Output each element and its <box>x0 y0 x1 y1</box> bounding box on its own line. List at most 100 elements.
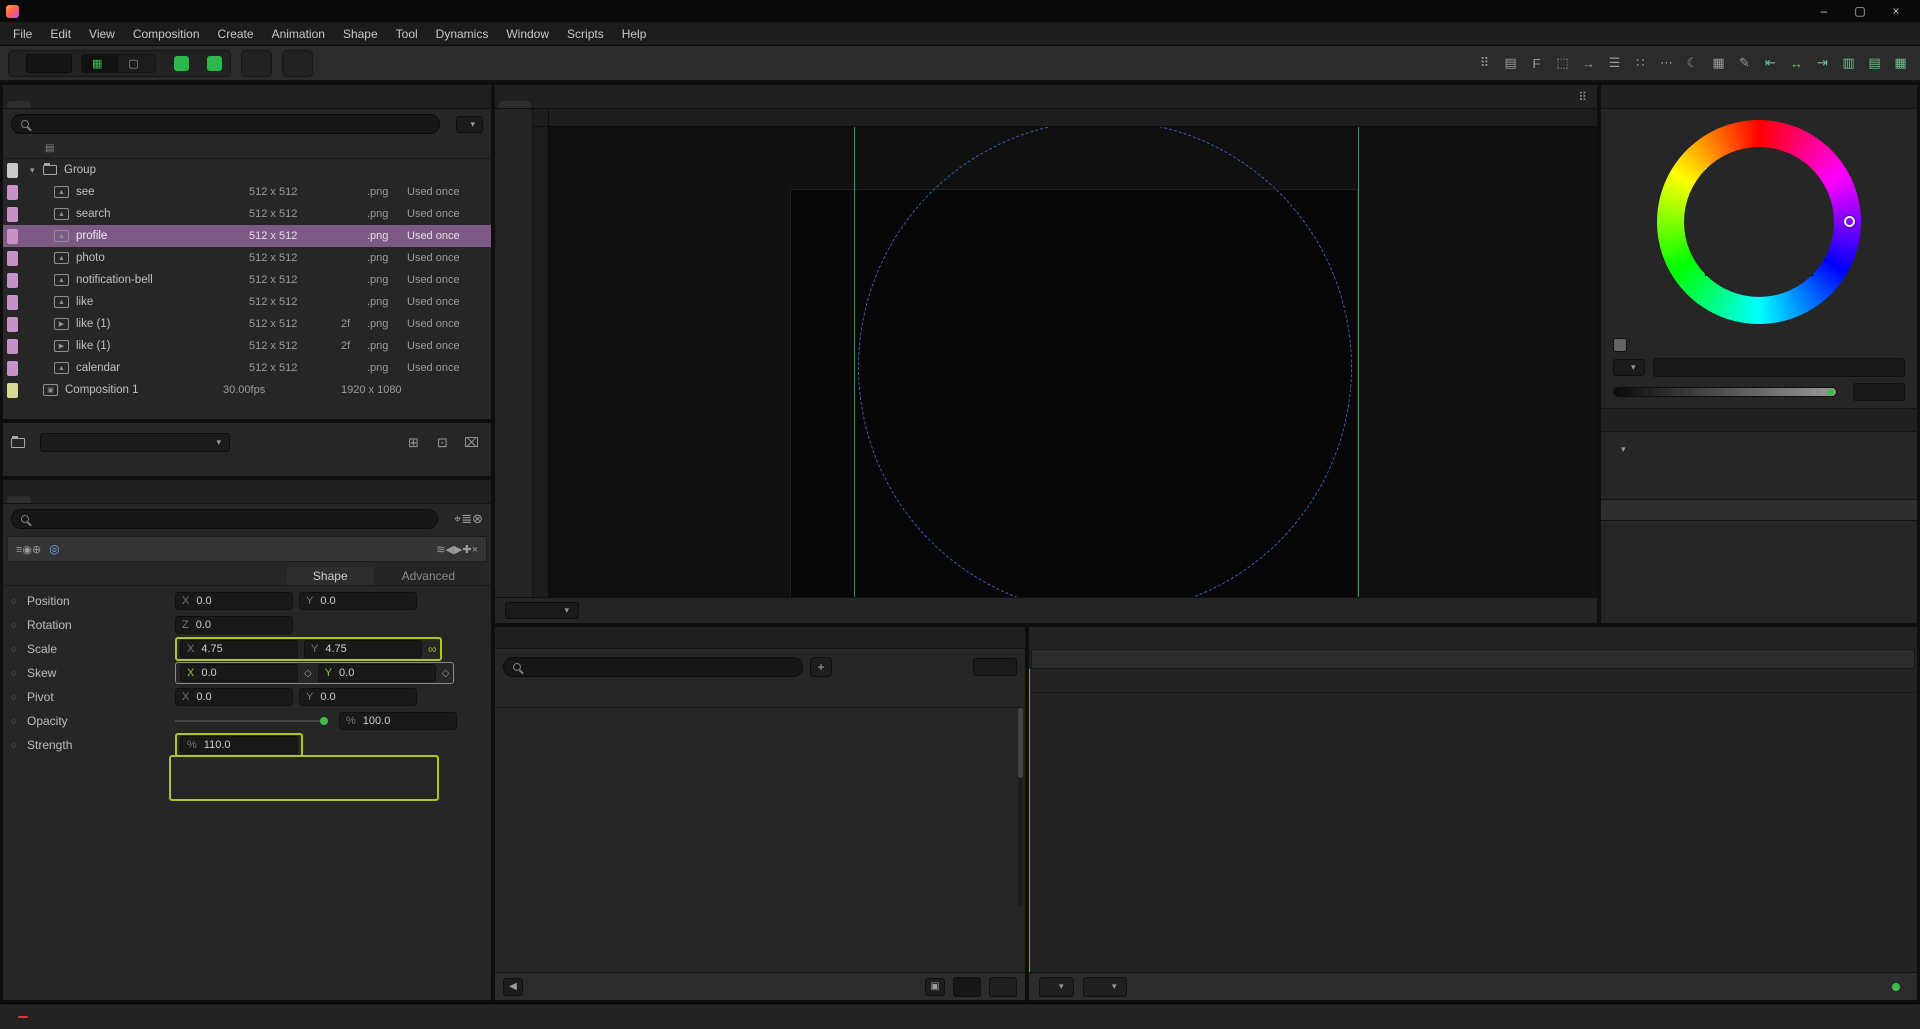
panel-layout-icon[interactable]: ▤ <box>1499 52 1522 75</box>
asset-row-see[interactable]: ▲ see 512 x 512 .png Used once <box>3 181 491 203</box>
hex-value-field[interactable] <box>1652 358 1905 377</box>
asset-row-search[interactable]: ▲ search 512 x 512 .png Used once <box>3 203 491 225</box>
alpha-value-field[interactable] <box>1853 383 1905 401</box>
close-button[interactable]: × <box>1878 1 1914 21</box>
tab-composition-1[interactable] <box>499 101 531 108</box>
panel-toggle-icon[interactable]: ▣ <box>925 977 945 996</box>
value-field[interactable]: Y 0.0 <box>299 592 417 610</box>
dots-grid-icon[interactable]: ⠿ <box>1473 52 1496 75</box>
previous-attribute-icon[interactable]: ◀ <box>445 544 453 556</box>
value-field[interactable]: Y 0.0 <box>317 664 436 682</box>
keyframe-toggle[interactable]: ○ <box>11 740 27 750</box>
link-icon[interactable]: ∞ <box>428 642 437 656</box>
keyframe-layer-select[interactable]: ▾ <box>1039 976 1074 997</box>
asset-search-input[interactable] <box>36 118 431 130</box>
demo-scenes-button[interactable] <box>240 49 272 77</box>
keyframe-diamond[interactable]: ◇ <box>304 668 312 679</box>
menu-animation[interactable]: Animation <box>263 24 334 44</box>
marquee-select-icon[interactable]: ⬚ <box>1551 52 1574 75</box>
tab-shape[interactable]: Shape <box>286 567 374 585</box>
value-field[interactable]: Y 4.75 <box>304 640 422 658</box>
keyframe-diamond[interactable]: ◇ <box>442 668 450 679</box>
individual-mode-button[interactable]: ▢ <box>118 55 154 72</box>
menu-file[interactable]: File <box>4 24 41 44</box>
timeline-ruler[interactable] <box>1029 669 1917 693</box>
minimize-button[interactable]: – <box>1806 1 1842 21</box>
keyframe-toggle[interactable]: ○ <box>11 620 27 630</box>
playhead[interactable] <box>1029 668 1030 972</box>
keyframe-toggle[interactable]: ○ <box>11 596 27 606</box>
keyboard-icon[interactable]: ▦ <box>1707 52 1730 75</box>
frame-all-icon[interactable]: F <box>1525 52 1548 75</box>
asset-search-box[interactable] <box>11 114 441 134</box>
sort-order-select[interactable]: ▾ <box>456 115 483 133</box>
rows-layout-icon[interactable]: ▤ <box>1863 52 1886 75</box>
scene-scrollbar[interactable] <box>1018 707 1023 906</box>
visibility-icon[interactable]: ◉ <box>22 544 32 556</box>
delete-project-icon[interactable]: ⌧ <box>460 431 483 454</box>
more-ellipsis-icon[interactable]: ⋯ <box>1655 52 1678 75</box>
close-attribute-icon[interactable]: × <box>472 544 478 556</box>
graph-editor-button[interactable] <box>989 976 1017 997</box>
add-layer-button[interactable]: + <box>810 657 832 678</box>
keyframe-toggle[interactable]: ○ <box>11 692 27 702</box>
alpha-slider[interactable] <box>1613 387 1837 397</box>
target-icon[interactable]: ⊕ <box>32 544 41 556</box>
project-set-select[interactable]: ▾ <box>40 433 230 452</box>
tab-attribute-editor[interactable] <box>7 496 31 503</box>
timeline-body[interactable] <box>1029 668 1917 972</box>
value-field[interactable]: % 100.0 <box>339 712 457 730</box>
grid-cells-icon[interactable]: ▦ <box>1889 52 1912 75</box>
display-project-icon[interactable]: ⊡ <box>431 431 454 454</box>
viewport-tool-help-checkbox[interactable] <box>206 55 222 71</box>
value-field[interactable]: X 4.75 <box>180 640 298 658</box>
asset-row-like-1[interactable]: ▶ like (1) 512 x 512 2f .png Used once <box>3 313 491 335</box>
group-mode-button[interactable]: ▦ <box>82 54 119 72</box>
time-editor-button[interactable] <box>953 976 981 997</box>
sv-marker[interactable] <box>1753 176 1762 185</box>
keyframe-toggle[interactable]: ○ <box>11 668 27 678</box>
value-field[interactable]: Y 0.0 <box>299 688 417 706</box>
attribute-search-box[interactable] <box>11 509 438 529</box>
attribute-search-input[interactable] <box>36 513 428 525</box>
layer-search-input[interactable] <box>528 661 793 674</box>
value-field[interactable]: X 0.0 <box>175 688 293 706</box>
hue-wheel[interactable] <box>1657 120 1861 324</box>
guide-line-right[interactable] <box>1358 127 1359 597</box>
quill-icon[interactable]: ✎ <box>1733 52 1756 75</box>
slider-knob[interactable] <box>320 717 328 725</box>
asset-row-like[interactable]: ▲ like 512 x 512 .png Used once <box>3 291 491 313</box>
asset-row-photo[interactable]: ▲ photo 512 x 512 .png Used once <box>3 247 491 269</box>
layer-search-box[interactable] <box>503 657 803 678</box>
snap-angle-input[interactable] <box>26 53 72 73</box>
tab-advanced[interactable]: Advanced <box>375 567 481 585</box>
hue-marker[interactable] <box>1844 216 1855 227</box>
distribute-center-icon[interactable]: ↔ <box>1785 52 1808 75</box>
current-frame-field[interactable] <box>973 658 1017 677</box>
guide-line-left[interactable] <box>854 127 855 597</box>
menu-dynamics[interactable]: Dynamics <box>427 24 498 44</box>
clear-search-icon[interactable]: ⊗ <box>472 511 483 526</box>
tab-assets[interactable] <box>7 101 31 108</box>
moon-icon[interactable]: ☾ <box>1681 52 1704 75</box>
selection-icon[interactable]: ◀ <box>503 977 523 996</box>
value-field[interactable]: X 0.0 <box>175 592 293 610</box>
keyframe-type-select[interactable]: ▾ <box>1082 976 1127 997</box>
columns-layout-icon[interactable]: ▥ <box>1837 52 1860 75</box>
menu-create[interactable]: Create <box>209 24 263 44</box>
zoom-select[interactable]: ▾ <box>505 601 579 619</box>
menu-shape[interactable]: Shape <box>334 24 387 44</box>
align-left-edge-icon[interactable]: ⇤ <box>1759 52 1782 75</box>
align-right-edge-icon[interactable]: ⇥ <box>1811 52 1834 75</box>
value-field[interactable]: % 110.0 <box>180 736 298 754</box>
new-folder-icon[interactable]: ⊞ <box>402 431 425 454</box>
layer-tools-checkbox[interactable] <box>173 55 189 71</box>
filter-attributes-icon[interactable]: ≣ <box>461 511 472 526</box>
menu-tool[interactable]: Tool <box>387 24 427 44</box>
maximize-button[interactable]: ▢ <box>1842 1 1878 21</box>
snap-grid-icon[interactable]: ∷ <box>1629 52 1652 75</box>
menu-composition[interactable]: Composition <box>124 24 209 44</box>
asset-row-like-1[interactable]: ▶ like (1) 512 x 512 2f .png Used once <box>3 335 491 357</box>
menu-scripts[interactable]: Scripts <box>558 24 613 44</box>
menu-edit[interactable]: Edit <box>41 24 80 44</box>
